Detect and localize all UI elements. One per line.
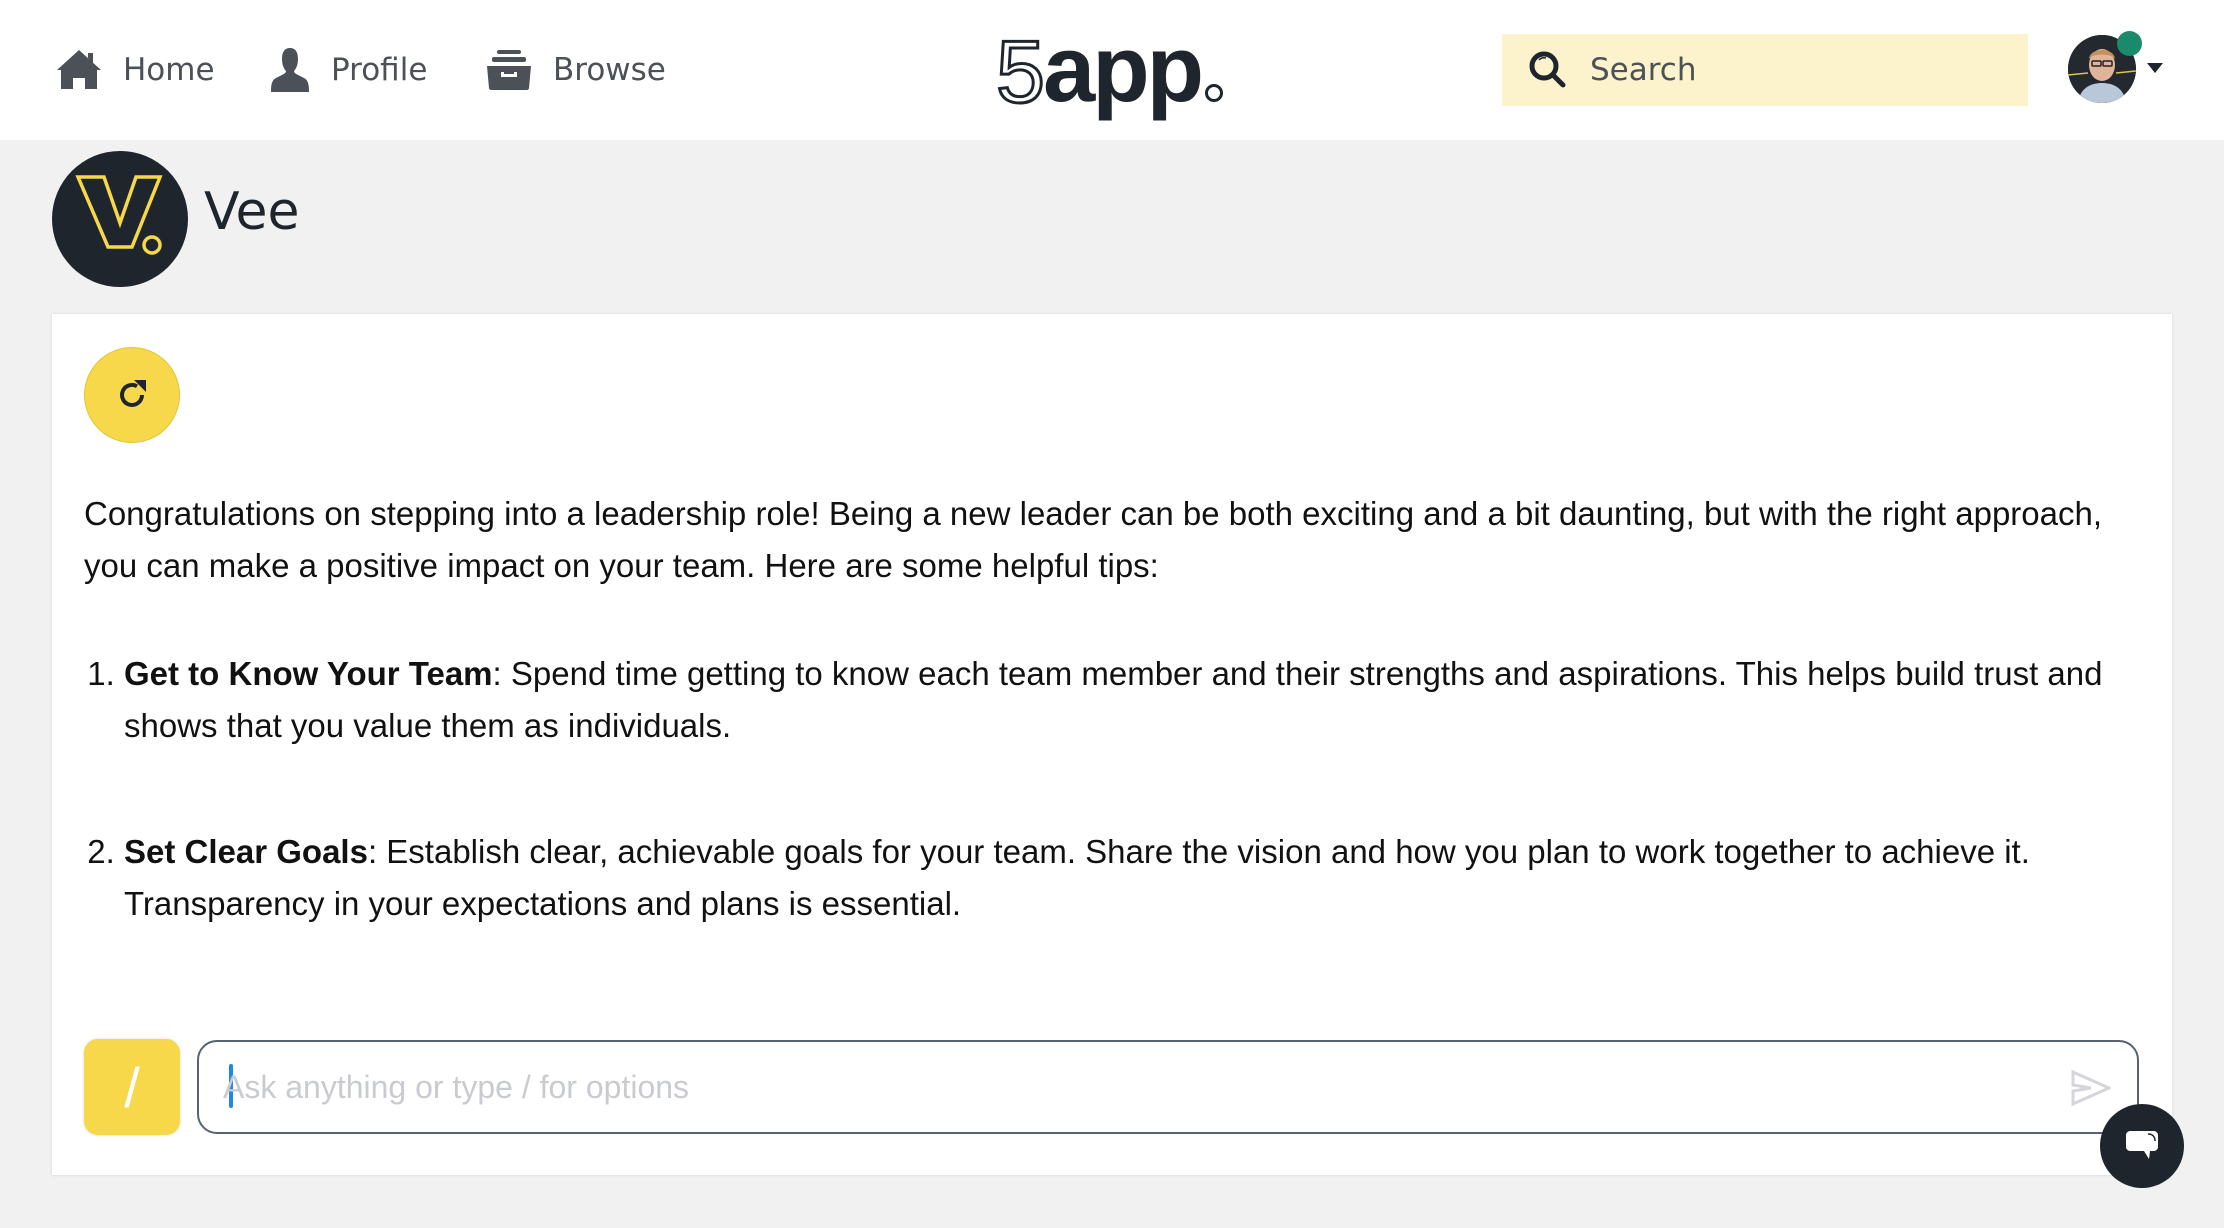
tips-list: Get to Know Your Team: Spend time gettin… — [84, 648, 2144, 930]
chat-bubble-icon — [2126, 1131, 2158, 1159]
refresh-icon — [120, 380, 146, 407]
top-navigation-bar: Home Profile Browse 5 app Search — [0, 0, 2224, 140]
5app-logo[interactable]: 5 app — [995, 16, 1224, 122]
logo-five: 5 — [995, 22, 1047, 121]
tip-item: Get to Know Your Team: Spend time gettin… — [124, 648, 2144, 752]
send-icon[interactable] — [2071, 1070, 2111, 1106]
search-box[interactable]: Search — [1502, 34, 2028, 106]
refresh-conversation-button[interactable] — [84, 347, 180, 443]
chat-support-button[interactable] — [2100, 1104, 2184, 1188]
chat-input-container — [197, 1040, 2139, 1134]
assistant-message: Congratulations on stepping into a leade… — [84, 488, 2144, 1004]
archive-icon — [487, 50, 531, 90]
message-intro: Congratulations on stepping into a leade… — [84, 495, 2103, 584]
home-icon — [57, 50, 101, 89]
caret-down-icon[interactable] — [2147, 63, 2163, 73]
assistant-name: Vee — [204, 182, 300, 242]
user-icon — [271, 48, 309, 92]
tip-body: : Establish clear, achievable goals for … — [124, 833, 2030, 922]
logo-app: app — [1042, 16, 1204, 121]
nav-home[interactable]: Home — [57, 44, 215, 96]
tip-item: Set Clear Goals: Establish clear, achiev… — [124, 826, 2144, 930]
conversation-card: Congratulations on stepping into a leade… — [52, 314, 2172, 1175]
tip-title: Set Clear Goals — [124, 833, 368, 870]
nav-profile-label: Profile — [331, 52, 428, 88]
nav-browse[interactable]: Browse — [487, 44, 666, 96]
vee-assistant-logo — [52, 151, 188, 287]
nav-profile[interactable]: Profile — [271, 44, 427, 96]
nav-home-label: Home — [123, 52, 215, 88]
slash-commands-button[interactable]: / — [84, 1039, 180, 1135]
search-label: Search — [1590, 52, 1697, 88]
vee-v-icon — [75, 175, 163, 255]
tip-title: Get to Know Your Team — [124, 655, 493, 692]
logo-dot — [1205, 84, 1224, 102]
online-status-dot — [2117, 31, 2142, 56]
chat-input[interactable] — [223, 1042, 2043, 1132]
search-icon — [1529, 51, 1566, 88]
nav-browse-label: Browse — [553, 52, 666, 88]
